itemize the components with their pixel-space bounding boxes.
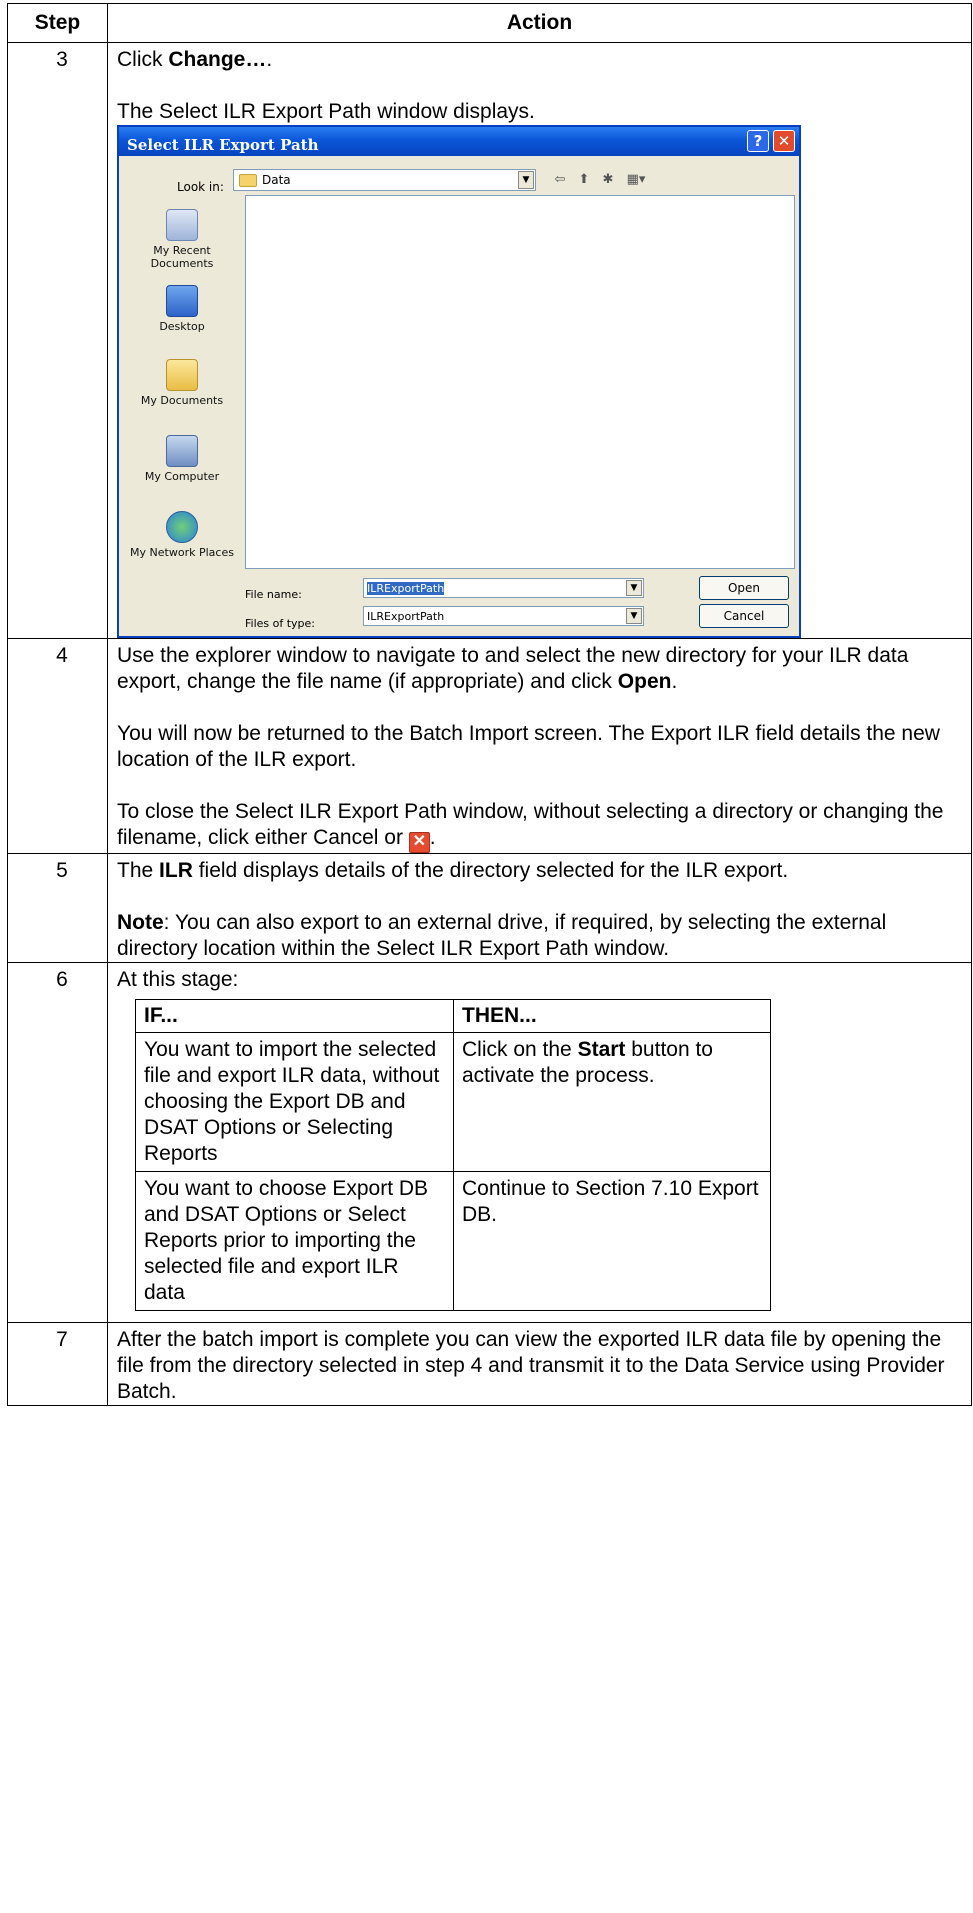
- place-my-computer[interactable]: My Computer: [127, 435, 237, 483]
- look-in-label: Look in:: [177, 180, 224, 194]
- place-my-documents[interactable]: My Documents: [127, 359, 237, 407]
- place-my-recent-documents[interactable]: My Recent Documents: [127, 209, 237, 270]
- if-then-table: IF... THEN... You want to import the sel…: [135, 999, 771, 1311]
- files-of-type-select[interactable]: ILRExportPath ▼: [363, 606, 644, 626]
- open-button[interactable]: Open: [699, 576, 789, 600]
- action-cell: Click Change…. The Select ILR Export Pat…: [107, 42, 972, 639]
- step-number: 4: [7, 638, 108, 854]
- condition-cell: You want to choose Export DB and DSAT Op…: [135, 1171, 454, 1311]
- action-cell: At this stage: IF... THEN... You want to…: [107, 962, 972, 1323]
- cancel-button[interactable]: Cancel: [699, 604, 789, 628]
- view-menu-icon[interactable]: ▦▾: [623, 171, 649, 188]
- file-name-label: File name:: [245, 588, 302, 601]
- files-of-type-label: Files of type:: [245, 617, 316, 630]
- header-row: Step Action: [7, 3, 972, 43]
- note-text: Note: You can also export to an external…: [117, 911, 887, 960]
- instruction-text: Click Change….: [117, 48, 273, 71]
- folder-icon: [239, 174, 257, 187]
- place-my-network-places[interactable]: My Network Places: [127, 511, 237, 559]
- dialog-titlebar: Select ILR Export Path ? ✕: [119, 127, 799, 156]
- action-cell: After the batch import is complete you c…: [107, 1322, 972, 1406]
- network-places-icon: [166, 511, 198, 543]
- chevron-down-icon[interactable]: ▼: [626, 608, 642, 624]
- action-cell: The ILR field displays details of the di…: [107, 853, 972, 963]
- step-row-4: 4 Use the explorer window to navigate to…: [7, 638, 972, 854]
- select-ilr-export-path-dialog: Select ILR Export Path ? ✕ Look in: Data…: [117, 125, 801, 638]
- action-cell: Use the explorer window to navigate to a…: [107, 638, 972, 854]
- if-header: IF...: [135, 999, 454, 1033]
- procedure-table: Step Action 3 Click Change…. The Select …: [7, 3, 972, 1406]
- file-name-input[interactable]: ILRExportPath ▼: [363, 578, 644, 598]
- step-header: Step: [7, 3, 108, 43]
- step-row-7: 7 After the batch import is complete you…: [7, 1322, 972, 1406]
- step-row-5: 5 The ILR field displays details of the …: [7, 853, 972, 963]
- instruction-text: At this stage:: [117, 968, 239, 991]
- step-row-6: 6 At this stage: IF... THEN... You want …: [7, 962, 972, 1323]
- action-header: Action: [107, 3, 972, 43]
- my-documents-icon: [166, 359, 198, 391]
- up-folder-icon[interactable]: ⬆: [575, 171, 593, 188]
- then-header: THEN...: [453, 999, 771, 1033]
- place-desktop[interactable]: Desktop: [127, 285, 237, 333]
- close-button[interactable]: ✕: [773, 130, 795, 152]
- instruction-text: To close the Select ILR Export Path wind…: [117, 799, 963, 853]
- instruction-text: The Select ILR Export Path window displa…: [117, 100, 535, 123]
- back-icon[interactable]: ⇦: [551, 171, 569, 188]
- step-number: 5: [7, 853, 108, 963]
- chevron-down-icon[interactable]: ▼: [626, 580, 642, 596]
- step-number: 7: [7, 1322, 108, 1406]
- result-cell: Click on the Start button to activate th…: [453, 1032, 771, 1172]
- chevron-down-icon[interactable]: ▼: [518, 171, 534, 189]
- my-computer-icon: [166, 435, 198, 467]
- instruction-text: Use the explorer window to navigate to a…: [117, 644, 909, 693]
- condition-cell: You want to import the selected file and…: [135, 1032, 454, 1172]
- close-icon: ✕: [408, 832, 430, 853]
- help-button[interactable]: ?: [747, 130, 769, 152]
- look-in-dropdown[interactable]: Data ▼: [233, 169, 536, 191]
- dialog-title: Select ILR Export Path: [127, 136, 319, 154]
- step-number: 3: [7, 42, 108, 639]
- step-row-3: 3 Click Change…. The Select ILR Export P…: [7, 42, 972, 639]
- new-folder-icon[interactable]: ✱: [599, 171, 617, 188]
- instruction-text: The ILR field displays details of the di…: [117, 859, 789, 882]
- result-cell: Continue to Section 7.10 Export DB.: [453, 1171, 771, 1311]
- step-number: 6: [7, 962, 108, 1323]
- instruction-text: You will now be returned to the Batch Im…: [117, 722, 940, 771]
- recent-documents-icon: [166, 209, 198, 241]
- desktop-icon: [166, 285, 198, 317]
- file-list[interactable]: [245, 195, 795, 569]
